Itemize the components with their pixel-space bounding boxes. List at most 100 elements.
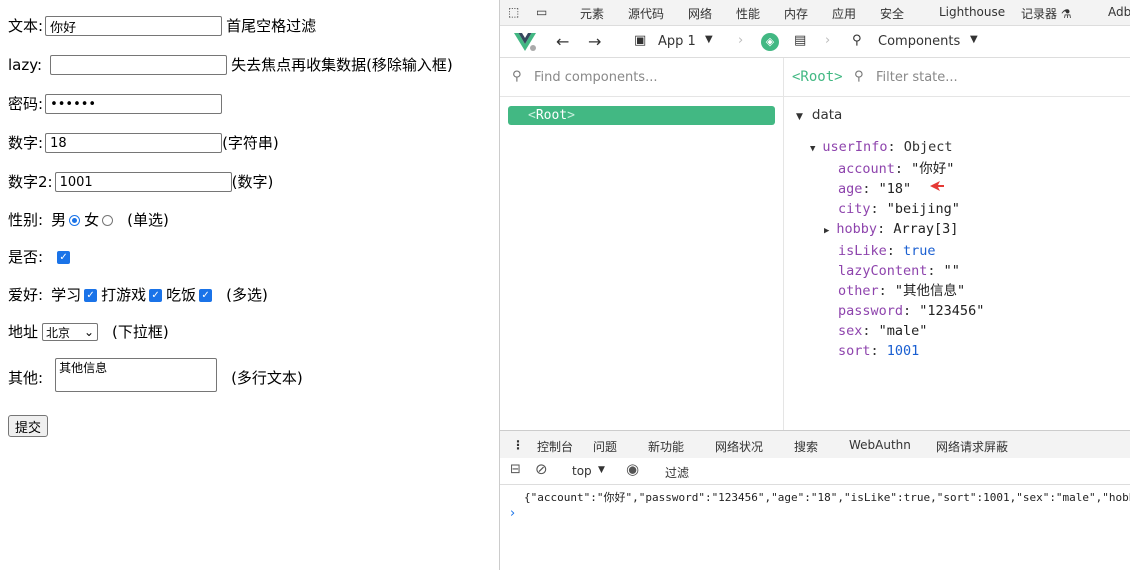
tab-elements[interactable]: 元素 — [580, 5, 604, 22]
console-toolbar: ⊟ ⊘ top ▼ ◉ 过滤 — [500, 458, 1130, 485]
hobby-study-label: 学习 — [51, 286, 82, 304]
data-section-label: data — [811, 107, 843, 123]
submit-button[interactable]: 提交 — [8, 415, 49, 437]
gender-label: 性别: — [8, 211, 44, 229]
data-section[interactable]: ▼ data — [796, 105, 984, 127]
userinfo-field-islike[interactable]: isLike: true — [838, 241, 984, 261]
number-input[interactable] — [45, 133, 223, 153]
field-value: 1001 — [886, 343, 920, 359]
field-key: password — [838, 303, 904, 319]
state-inspector: ▼ data ▼ userInfo: Object account: "你好" age… — [796, 105, 984, 361]
forward-arrow-icon[interactable]: → — [588, 32, 601, 51]
filter-state-input[interactable]: Filter state... — [876, 70, 958, 85]
tab-application[interactable]: 应用 — [832, 5, 856, 22]
gender-female-label: 女 — [84, 211, 100, 229]
userinfo-type: Object — [903, 139, 953, 155]
filter-search-icon: ⚲ — [854, 69, 864, 84]
chevron-down-icon: ⌄ — [83, 325, 95, 339]
lazy-row: lazy: 失去焦点再收集数据(移除输入框) — [8, 55, 453, 75]
back-arrow-icon[interactable]: ← — [556, 32, 569, 51]
tab-lighthouse[interactable]: Lighthouse — [939, 5, 1005, 19]
hobby-eat-checkbox[interactable]: ✓ — [199, 288, 213, 302]
tab-network[interactable]: 网络 — [688, 5, 712, 22]
field-value: "其他信息" — [894, 283, 966, 299]
gender-male-radio[interactable] — [69, 214, 81, 226]
userinfo-field-age[interactable]: age: "18" — [838, 179, 984, 199]
timeline-icon[interactable]: ▤ — [794, 33, 806, 48]
tab-sources[interactable]: 源代码 — [628, 5, 664, 22]
expand-data-icon[interactable]: ▼ — [796, 112, 803, 122]
tab-network-conditions[interactable]: 网络状况 — [715, 438, 763, 455]
userinfo-field-sex[interactable]: sex: "male" — [838, 321, 984, 341]
clear-console-icon[interactable]: ⊘ — [535, 460, 548, 478]
find-components-input[interactable]: Find components... — [534, 70, 657, 85]
app-dropdown-icon[interactable]: ▼ — [705, 34, 713, 45]
expand-hobby-icon[interactable]: ▶ — [824, 226, 829, 236]
other-row: 其他: 其他信息 (多行文本) — [8, 358, 303, 392]
app-selector[interactable]: App 1 — [658, 34, 696, 49]
userinfo-fields: account: "你好" age: "18" city: "beijing" ▶ ho… — [824, 159, 984, 361]
field-key: other — [838, 283, 879, 299]
userinfo-field-hobby[interactable]: ▶ hobby: Array[3] — [824, 219, 984, 241]
userinfo-node[interactable]: ▼ userInfo: Object — [810, 137, 984, 159]
text-input[interactable] — [45, 16, 223, 36]
components-selector[interactable]: Components — [878, 34, 960, 49]
yesno-checkbox[interactable]: ✓ — [57, 250, 71, 264]
tab-whats-new[interactable]: 新功能 — [648, 438, 684, 455]
hobby-label: 爱好: — [8, 286, 44, 304]
tab-recorder[interactable]: 记录器 ⚗ — [1021, 5, 1072, 22]
lazy-input[interactable] — [50, 55, 228, 75]
tab-security[interactable]: 安全 — [880, 5, 904, 22]
components-tree-icon: ⚲ — [852, 33, 862, 48]
hobby-game-checkbox[interactable]: ✓ — [149, 288, 163, 302]
other-textarea[interactable]: 其他信息 — [55, 358, 218, 392]
userinfo-key: userInfo — [822, 139, 888, 155]
city-select[interactable]: 北京 ⌄ — [42, 323, 99, 341]
field-value: true — [903, 243, 936, 259]
tab-adb[interactable]: Adb — [1108, 5, 1130, 19]
gender-female-radio[interactable] — [102, 214, 114, 226]
field-key: sex — [838, 323, 863, 339]
vue-searchbar: ⚲ Find components... <Root> ⚲ Filter sta… — [500, 58, 1130, 97]
tab-webauthn[interactable]: WebAuthn — [849, 438, 911, 452]
form-panel: 文本: 首尾空格过滤 lazy: 失去焦点再收集数据(移除输入框) 密码: 数字… — [0, 0, 499, 570]
devtools-tabbar: ⬚ ▭ 元素 源代码 网络 性能 内存 应用 安全 Lighthouse 记录器… — [500, 0, 1130, 26]
number-row: 数字: (字符串) — [8, 133, 279, 153]
root-component-item[interactable]: <Root> — [508, 106, 775, 125]
field-key: hobby — [836, 221, 878, 237]
root-item-label: Root — [535, 108, 568, 123]
device-icon[interactable]: ▭ — [536, 5, 547, 19]
console-prompt-icon[interactable]: › — [510, 506, 515, 521]
hobby-study-checkbox[interactable]: ✓ — [84, 288, 98, 302]
gender-male-label: 男 — [51, 211, 67, 229]
password-input[interactable] — [45, 94, 223, 114]
console-filter-input[interactable]: 过滤 — [665, 464, 689, 481]
userinfo-field-account[interactable]: account: "你好" — [838, 159, 984, 179]
userinfo-field-lazycontent[interactable]: lazyContent: "" — [838, 261, 984, 281]
hobby-note: (多选) — [226, 286, 268, 304]
tab-issues[interactable]: 问题 — [593, 438, 617, 455]
expand-userinfo-icon[interactable]: ▼ — [810, 144, 815, 154]
drawer-menu-icon[interactable]: ⋮ — [512, 438, 524, 452]
tab-request-blocking[interactable]: 网络请求屏蔽 — [936, 438, 1008, 455]
tab-performance[interactable]: 性能 — [736, 5, 760, 22]
tab-memory[interactable]: 内存 — [784, 5, 808, 22]
text-row: 文本: 首尾空格过滤 — [8, 16, 316, 36]
other-note: (多行文本) — [231, 369, 303, 387]
context-dropdown-icon[interactable]: ▼ — [598, 465, 605, 475]
selected-root-tag: <Root> — [792, 69, 843, 85]
inspect-icon[interactable]: ⬚ — [508, 5, 519, 19]
tab-search[interactable]: 搜索 — [794, 438, 818, 455]
password-row: 密码: — [8, 94, 226, 114]
context-selector[interactable]: top — [572, 464, 592, 478]
userinfo-field-password[interactable]: password: "123456" — [838, 301, 984, 321]
userinfo-field-city[interactable]: city: "beijing" — [838, 199, 984, 219]
eye-icon[interactable]: ◉ — [626, 460, 639, 478]
components-dropdown-icon[interactable]: ▼ — [970, 34, 978, 45]
userinfo-field-sort[interactable]: sort: 1001 — [838, 341, 984, 361]
field-key: sort — [838, 343, 871, 359]
compass-icon[interactable]: ◈ — [761, 33, 779, 51]
sidebar-toggle-icon[interactable]: ⊟ — [510, 462, 521, 477]
number2-input[interactable] — [54, 172, 232, 192]
userinfo-field-other[interactable]: other: "其他信息" — [838, 281, 984, 301]
